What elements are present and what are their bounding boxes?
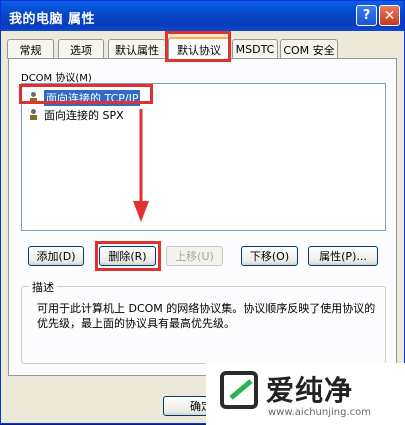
tab-highlight-box [165,31,231,62]
watermark-url: www.aichunjing.com [268,407,371,418]
properties-button[interactable]: 属性(P)... [308,246,378,266]
tab-msdtc[interactable]: MSDTC [232,39,278,59]
watermark-logo-icon [220,371,258,409]
properties-dialog: 我的电脑 属性 ? ✕ 常规 选项 默认属性 默认协议 MSDTC COM 安全… [0,0,405,425]
window-title: 我的电脑 属性 [9,12,96,27]
protocol-list-label: DCOM 协议(M) [21,73,92,84]
move-up-button[interactable]: 上移(U) [166,246,223,266]
button-highlight-box [95,241,161,271]
tab-com-security[interactable]: COM 安全 [280,39,338,59]
close-button[interactable]: ✕ [379,5,400,26]
add-button[interactable]: 添加(D) [28,246,84,266]
protocol-listbox[interactable]: 面向连接的 TCP/IP 面向连接的 SPX [21,83,386,231]
watermark-brand: 爱纯净 [266,374,354,407]
title-bar[interactable]: 我的电脑 属性 ? ✕ [1,1,404,31]
list-item[interactable]: 面向连接的 SPX [28,107,124,122]
item-highlight-box [19,84,153,104]
watermark: 爱纯净 www.aichunjing.com [206,363,405,425]
help-button[interactable]: ? [356,5,377,26]
tab-general[interactable]: 常规 [7,39,54,59]
description-title: 描述 [29,279,57,295]
description-text: 可用于此计算机上 DCOM 的网络协议集。协议顺序反映了使用协议的优先级，最上面… [37,302,376,330]
help-icon: ? [362,8,371,23]
move-down-button[interactable]: 下移(O) [241,246,298,266]
network-protocol-icon [28,108,40,121]
red-down-arrow-icon [133,109,149,222]
tab-default-properties[interactable]: 默认属性 [108,39,166,59]
list-item-label: 面向连接的 SPX [44,108,124,122]
close-icon: ✕ [383,7,396,24]
tab-options[interactable]: 选项 [58,39,104,59]
